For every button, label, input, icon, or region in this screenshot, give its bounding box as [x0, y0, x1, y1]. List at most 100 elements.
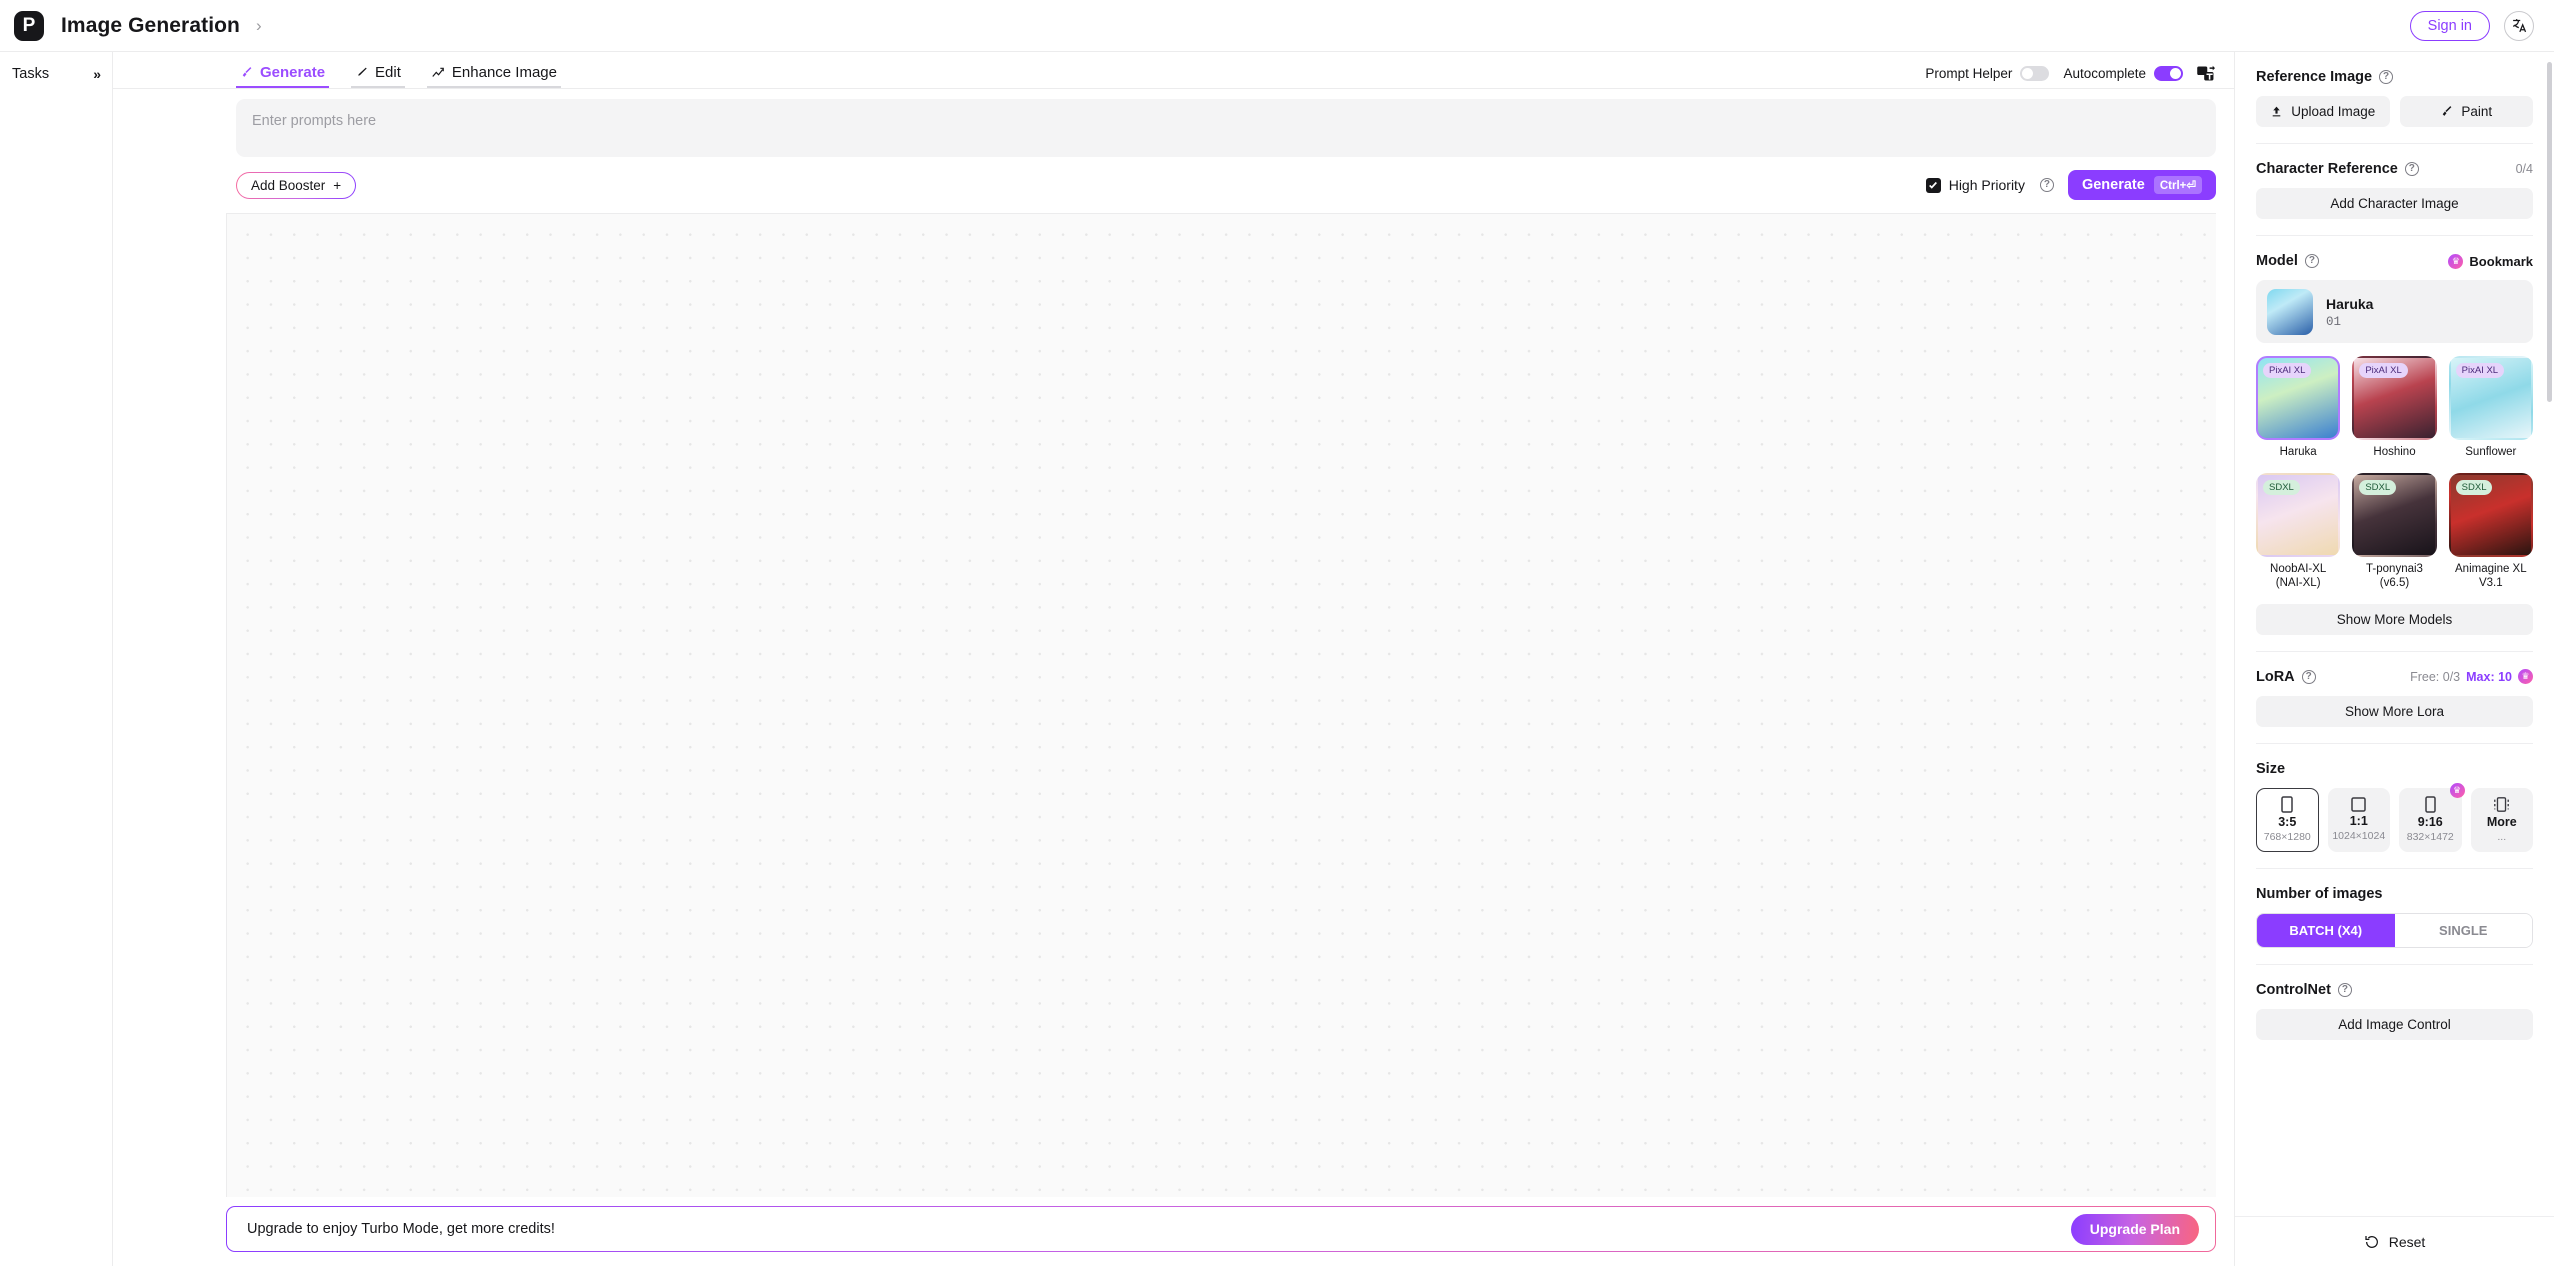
enhance-icon — [432, 67, 444, 77]
reset-icon — [2365, 1235, 2378, 1248]
controlnet-section: ControlNet ? Add Image Control — [2256, 965, 2533, 1056]
tabbar-toggles: Prompt Helper Autocomplete — [1925, 65, 2216, 88]
lora-header: LoRA ? Free: 0/3 Max: 10 ♛ — [2256, 669, 2533, 685]
tab-enhance-image[interactable]: Enhance Image — [426, 65, 561, 88]
crown-icon: ♛ — [2518, 669, 2533, 685]
prompt-panel: Enter prompts here — [113, 89, 2234, 157]
model-card-noobai-xl[interactable]: SDXL NoobAI-XL (NAI-XL) — [2256, 472, 2341, 591]
plus-icon: + — [333, 177, 342, 193]
upload-image-label: Upload Image — [2291, 104, 2376, 119]
upgrade-banner-text: Upgrade to enjoy Turbo Mode, get more cr… — [247, 1221, 555, 1237]
generate-label: Generate — [2081, 177, 2145, 193]
paint-button[interactable]: Paint — [2399, 96, 2533, 127]
reset-button[interactable]: Reset — [2235, 1216, 2554, 1266]
number-of-images-section: Number of images BATCH (X4) SINGLE — [2256, 869, 2533, 965]
upload-image-button[interactable]: Upload Image — [2256, 96, 2390, 127]
translate-icon — [2512, 19, 2526, 33]
generate-button[interactable]: Generate Ctrl+⏎ — [2067, 170, 2216, 200]
model-grid-row-2: SDXL NoobAI-XL (NAI-XL) SDXL T-ponynai3 … — [2256, 472, 2533, 591]
reference-image-help-icon[interactable]: ? — [2379, 70, 2394, 84]
controlnet-help-icon[interactable]: ? — [2337, 982, 2352, 997]
size-options: 3:5 768×1280 1:1 1024×1024 ♛ 9:16 832×14… — [2256, 782, 2533, 852]
size-ratio-label: 9:16 — [2417, 815, 2443, 830]
model-card-label: Haruka — [2279, 446, 2317, 459]
image-to-text-icon[interactable] — [2197, 65, 2216, 82]
add-booster-button[interactable]: Add Booster + — [236, 172, 356, 199]
upload-icon — [2272, 106, 2281, 117]
tab-generate-label: Generate — [260, 64, 326, 81]
number-of-images-header: Number of images — [2256, 886, 2533, 902]
size-section: Size 3:5 768×1280 1:1 1024×1024 ♛ 9:16 8… — [2256, 744, 2533, 869]
lora-help-icon[interactable]: ? — [2301, 669, 2316, 684]
prompt-actions: Add Booster + High Priority ? Generate C… — [113, 157, 2234, 213]
generate-actions: High Priority ? Generate Ctrl+⏎ — [1925, 170, 2216, 200]
size-dimensions-label: ... — [2497, 831, 2507, 844]
prompt-helper-switch[interactable] — [2020, 66, 2050, 81]
model-card-label: NoobAI-XL (NAI-XL) — [2270, 563, 2327, 590]
high-priority-group: High Priority ? — [1925, 177, 2054, 193]
autocomplete-switch[interactable] — [2154, 66, 2183, 81]
tab-edit[interactable]: Edit — [351, 65, 405, 88]
generation-canvas[interactable] — [226, 213, 2216, 1197]
controlnet-header: ControlNet ? — [2256, 982, 2533, 998]
model-card-sunflower[interactable]: PixAI XL Sunflower — [2448, 356, 2533, 460]
single-option[interactable]: SINGLE — [2394, 913, 2532, 947]
tab-generate[interactable]: Generate — [236, 64, 330, 88]
top-header: P Image Generation › Sign in — [0, 0, 2554, 52]
add-image-control-button[interactable]: Add Image Control — [2256, 1008, 2533, 1040]
high-priority-checkbox[interactable] — [1925, 177, 1941, 193]
upgrade-banner: Upgrade to enjoy Turbo Mode, get more cr… — [226, 1206, 2216, 1252]
reference-image-section: Reference Image ? Upload Image Paint — [2256, 52, 2533, 144]
sidebar-scrollbar[interactable] — [2547, 62, 2552, 402]
size-dimensions-label: 1024×1024 — [2332, 830, 2386, 843]
tall-portrait-icon — [2425, 796, 2436, 814]
character-reference-counter: 0/4 — [2515, 162, 2533, 176]
reset-label: Reset — [2388, 1233, 2426, 1250]
portrait-icon — [2281, 796, 2293, 814]
size-option-1-1[interactable]: 1:1 1024×1024 — [2327, 787, 2390, 852]
model-thumbnail: PixAI XL — [2256, 356, 2341, 441]
selected-model-sub: 01 — [2326, 315, 2342, 329]
model-card-haruka[interactable]: PixAI XL Haruka — [2256, 356, 2341, 460]
high-priority-help-icon[interactable]: ? — [2039, 178, 2054, 192]
model-card-hoshino[interactable]: PixAI XL Hoshino — [2352, 356, 2437, 460]
prompt-input[interactable]: Enter prompts here — [236, 99, 2216, 157]
add-character-image-button[interactable]: Add Character Image — [2256, 188, 2533, 219]
bookmark-button[interactable]: ♛ Bookmark — [2448, 253, 2533, 269]
show-more-models-button[interactable]: Show More Models — [2256, 603, 2533, 635]
model-header: Model ? ♛ Bookmark — [2256, 253, 2533, 269]
size-dimensions-label: 768×1280 — [2263, 831, 2311, 844]
tasks-expand-icon[interactable]: » — [93, 66, 101, 82]
character-reference-title: Character Reference — [2256, 161, 2398, 177]
model-help-icon[interactable]: ? — [2304, 254, 2319, 268]
add-booster-label: Add Booster — [251, 177, 326, 193]
reference-image-title: Reference Image — [2256, 69, 2373, 85]
square-icon — [2351, 797, 2366, 813]
tab-edit-label: Edit — [375, 64, 401, 81]
breadcrumb-chevron-icon[interactable]: › — [256, 17, 262, 34]
settings-scroll-area: Reference Image ? Upload Image Paint Cha… — [2235, 52, 2554, 1216]
model-card-animagine-xl[interactable]: SDXL Animagine XL V3.1 — [2448, 472, 2533, 591]
language-button[interactable] — [2504, 10, 2534, 41]
selected-model-card[interactable]: Haruka 01 — [2256, 280, 2533, 343]
show-more-lora-button[interactable]: Show More Lora — [2256, 695, 2533, 727]
sign-in-button[interactable]: Sign in — [2409, 10, 2490, 41]
lora-title: LoRA — [2256, 668, 2295, 685]
brush-icon — [242, 67, 252, 77]
model-card-t-ponynai3[interactable]: SDXL T-ponynai3 (v6.5) — [2352, 472, 2437, 591]
character-reference-header: Character Reference ? 0/4 — [2256, 161, 2533, 177]
size-option-9-16[interactable]: ♛ 9:16 832×1472 — [2399, 782, 2465, 852]
tab-bar: Generate Edit Enhance Image Prompt Helpe… — [113, 52, 2234, 89]
check-icon — [1929, 181, 1938, 189]
upgrade-plan-button[interactable]: Upgrade Plan — [2070, 1213, 2199, 1245]
bookmark-label: Bookmark — [2469, 253, 2533, 269]
selected-model-info: Haruka 01 — [2326, 294, 2373, 329]
batch-option[interactable]: BATCH (X4) — [2257, 913, 2395, 947]
paint-label: Paint — [2461, 104, 2493, 119]
size-option-3-5[interactable]: 3:5 768×1280 — [2256, 787, 2319, 852]
character-reference-help-icon[interactable]: ? — [2404, 162, 2419, 176]
size-ratio-label: 1:1 — [2349, 814, 2368, 829]
size-option-more[interactable]: More ... — [2470, 787, 2533, 852]
model-badge: SDXL — [2263, 479, 2300, 495]
model-thumbnail: SDXL — [2448, 472, 2533, 558]
